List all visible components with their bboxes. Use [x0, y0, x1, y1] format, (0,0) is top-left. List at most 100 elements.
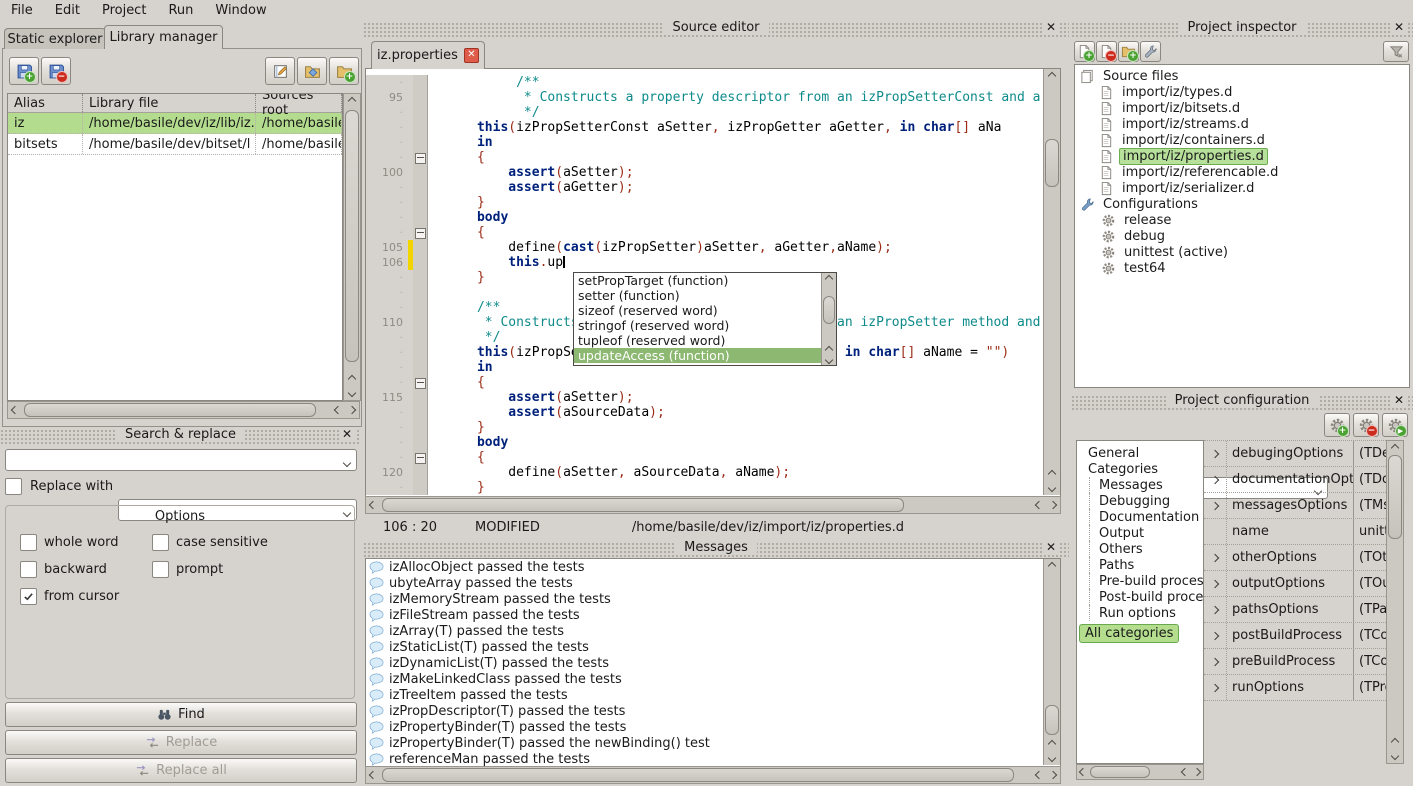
- editor-line[interactable]: 115 assert(aSetter);: [366, 390, 1044, 405]
- option-row[interactable]: preBuildProcess(TCom: [1204, 649, 1386, 675]
- scroll-up-icon[interactable]: [823, 345, 835, 355]
- remove-source-button[interactable]: −: [1096, 41, 1117, 62]
- scroll-left-icon[interactable]: [1077, 766, 1089, 778]
- editor-vertical-scrollbar[interactable]: [1043, 69, 1060, 495]
- expand-icon[interactable]: [1211, 605, 1219, 613]
- add-configuration-button[interactable]: +: [1324, 413, 1350, 437]
- option-row[interactable]: otherOptions(TOthe: [1204, 545, 1386, 571]
- option-row[interactable]: nameunittes: [1204, 519, 1386, 545]
- expand-icon[interactable]: [1211, 501, 1219, 509]
- category-categories[interactable]: Categories: [1077, 461, 1203, 477]
- editor-line[interactable]: · assert(aGetter);: [366, 180, 1044, 195]
- editor-line[interactable]: 95 * Constructs a property descriptor fr…: [366, 90, 1044, 105]
- tree-item-source-file[interactable]: import/iz/serializer.d: [1075, 180, 1409, 196]
- tree-item-source-file[interactable]: import/iz/referencable.d: [1075, 164, 1409, 180]
- message-item[interactable]: izPropertyBinder(T) passed the newBindin…: [366, 735, 1060, 751]
- chevron-down-icon[interactable]: [343, 459, 351, 467]
- editor-line[interactable]: 105 define(cast(izPropSetter)aSetter, aG…: [366, 240, 1044, 255]
- clear-filter-button[interactable]: [1383, 41, 1409, 62]
- option-row[interactable]: runOptions(TProje: [1204, 675, 1386, 701]
- all-categories-button[interactable]: All categories: [1079, 624, 1179, 643]
- completion-item[interactable]: updateAccess (function): [574, 348, 821, 363]
- editor-line[interactable]: · }: [366, 480, 1044, 495]
- completion-item[interactable]: tupleof (reserved word): [574, 333, 821, 348]
- scroll-right-icon[interactable]: [345, 403, 359, 417]
- close-icon[interactable]: ✕: [1043, 540, 1059, 554]
- menu-item-edit[interactable]: Edit: [44, 2, 91, 19]
- library-table[interactable]: AliasLibrary fileSources rootiz/home/bas…: [7, 93, 343, 401]
- completion-scrollbar[interactable]: [821, 273, 836, 365]
- editor-line[interactable]: · {: [366, 375, 1044, 390]
- scroll-left-icon[interactable]: [366, 768, 380, 782]
- scroll-right-icon[interactable]: [1046, 768, 1060, 782]
- expander-cell[interactable]: [1204, 597, 1227, 622]
- option-row[interactable]: debugingOptions(TDebu: [1204, 441, 1386, 467]
- scroll-left-icon[interactable]: [331, 403, 345, 417]
- editor-line[interactable]: · assert(aSourceData);: [366, 405, 1044, 420]
- option-row[interactable]: postBuildProcess(TCom: [1204, 623, 1386, 649]
- message-item[interactable]: izMakeLinkedClass passed the tests: [366, 671, 1060, 687]
- checkbox-checked[interactable]: [20, 588, 37, 605]
- option-case-sensitive[interactable]: case sensitive: [152, 534, 268, 551]
- tree-root-source-files[interactable]: Source files: [1075, 68, 1409, 84]
- scroll-down-icon[interactable]: [1045, 751, 1059, 765]
- replace-with-checkbox[interactable]: [5, 478, 22, 495]
- tab-library-manager[interactable]: Library manager: [104, 25, 223, 49]
- configuration-options-table[interactable]: debugingOptions(TDebudocumentationOpti(T…: [1204, 440, 1386, 763]
- editor-line[interactable]: · /**: [366, 75, 1044, 90]
- project-inspector-tree[interactable]: Source filesimport/iz/types.dimport/iz/b…: [1074, 64, 1410, 388]
- search-input[interactable]: [5, 449, 357, 471]
- table-row[interactable]: iz/home/basile/dev/iz/lib/iz./home/basil…: [8, 113, 342, 134]
- option-row[interactable]: documentationOpti(TDocO: [1204, 467, 1386, 493]
- fold-collapse-icon[interactable]: [415, 153, 426, 164]
- project-settings-button[interactable]: [1140, 41, 1161, 62]
- tree-item-source-file[interactable]: import/iz/containers.d: [1075, 132, 1409, 148]
- scroll-up-icon[interactable]: [345, 372, 359, 386]
- tree-item-configuration[interactable]: release: [1075, 212, 1409, 228]
- expander-cell[interactable]: [1204, 545, 1227, 570]
- editor-line[interactable]: · {: [366, 225, 1044, 240]
- scroll-down-icon[interactable]: [823, 355, 835, 365]
- scroll-up-icon[interactable]: [823, 273, 835, 284]
- scroll-up-icon[interactable]: [1388, 735, 1402, 749]
- library-horizontal-scrollbar[interactable]: [7, 401, 360, 419]
- library-from-project-button[interactable]: [297, 57, 327, 85]
- editor-line[interactable]: · {: [366, 450, 1044, 465]
- category-item-pre-build-proces[interactable]: Pre-build proces: [1089, 573, 1203, 589]
- editor-line[interactable]: · body: [366, 435, 1044, 450]
- categories-horizontal-scrollbar[interactable]: [1076, 764, 1204, 780]
- add-folder-button[interactable]: +: [1118, 41, 1139, 62]
- category-item-documentation[interactable]: Documentation: [1089, 509, 1203, 525]
- tree-item-configuration[interactable]: debug: [1075, 228, 1409, 244]
- completion-item[interactable]: setPropTarget (function): [574, 273, 821, 288]
- option-row[interactable]: pathsOptions(TPath: [1204, 597, 1386, 623]
- expand-icon[interactable]: [1211, 631, 1219, 639]
- edit-library-button[interactable]: [265, 57, 295, 85]
- editor-line[interactable]: 120 define(aSetter, aSourceData, aName);: [366, 465, 1044, 480]
- remove-configuration-button[interactable]: −: [1353, 413, 1379, 437]
- messages-vertical-scrollbar[interactable]: [1043, 559, 1060, 765]
- tree-item-source-file[interactable]: import/iz/properties.d: [1075, 148, 1409, 164]
- expander-cell[interactable]: [1204, 467, 1227, 492]
- tree-item-source-file[interactable]: import/iz/bitsets.d: [1075, 100, 1409, 116]
- scroll-down-icon[interactable]: [345, 386, 359, 400]
- editor-horizontal-scrollbar[interactable]: [365, 496, 1061, 514]
- expander-cell[interactable]: [1204, 493, 1227, 518]
- scroll-up-icon[interactable]: [1388, 441, 1402, 455]
- checkbox-unchecked[interactable]: [152, 561, 169, 578]
- editor-tab-iz-properties[interactable]: iz.properties ✕: [371, 41, 485, 69]
- expand-icon[interactable]: [1211, 553, 1219, 561]
- editor-line[interactable]: · {: [366, 150, 1044, 165]
- expand-icon[interactable]: [1211, 475, 1219, 483]
- menu-item-file[interactable]: File: [0, 2, 44, 19]
- option-row[interactable]: messagesOptions(TMsgO: [1204, 493, 1386, 519]
- option-backward[interactable]: backward: [20, 561, 107, 578]
- fold-collapse-icon[interactable]: [415, 378, 426, 389]
- tree-item-configuration[interactable]: unittest (active): [1075, 244, 1409, 260]
- find-button[interactable]: Find: [5, 702, 357, 727]
- add-source-button[interactable]: +: [1074, 41, 1095, 62]
- close-icon[interactable]: ✕: [1391, 393, 1407, 407]
- editor-line[interactable]: 100 assert(aSetter);: [366, 165, 1044, 180]
- options-vertical-scrollbar[interactable]: [1386, 440, 1404, 764]
- scroll-down-icon[interactable]: [1388, 749, 1402, 763]
